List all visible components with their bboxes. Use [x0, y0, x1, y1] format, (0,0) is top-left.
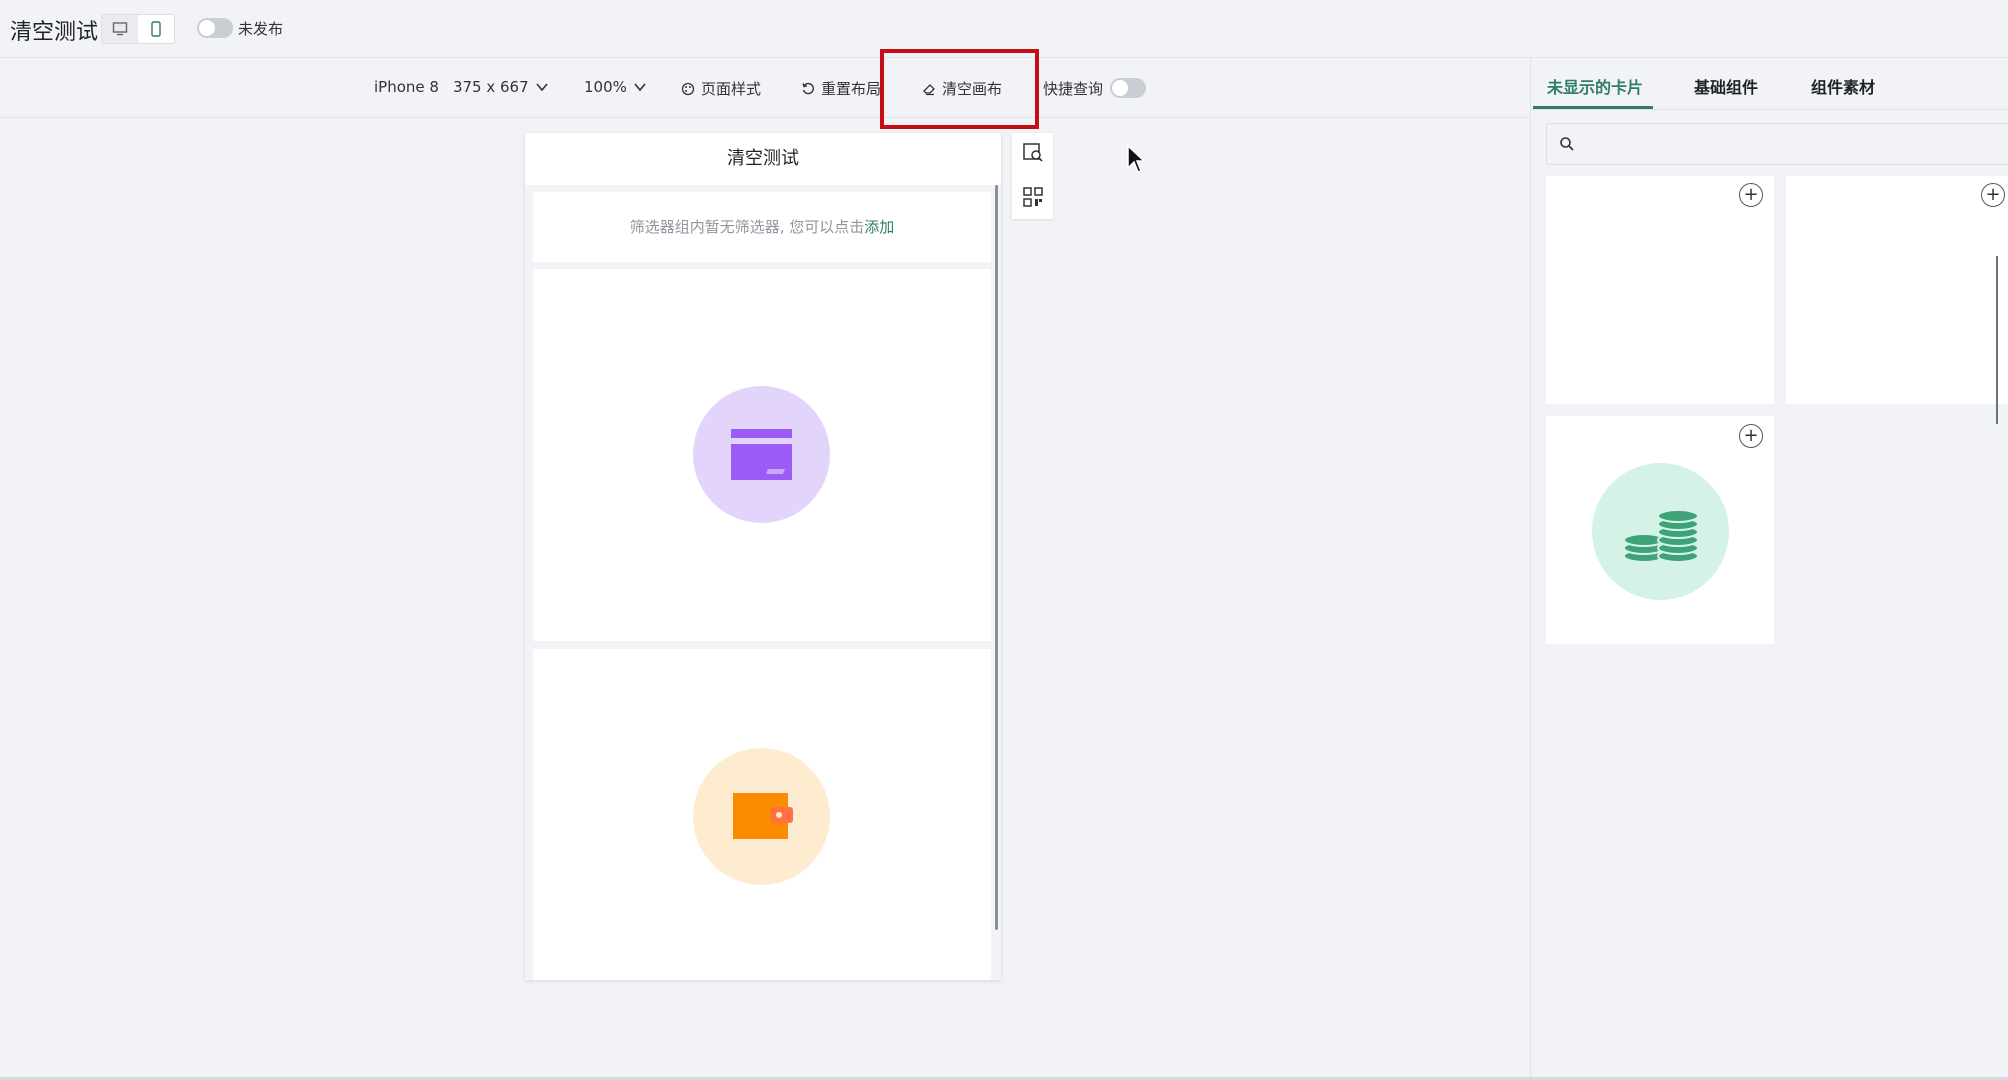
- component-panel: 未显示的卡片 基础组件 组件素材 + + +: [1530, 58, 2008, 1080]
- quick-query-toggle[interactable]: [1110, 78, 1146, 98]
- add-card-button[interactable]: +: [1739, 424, 1763, 448]
- panel-scrollbar[interactable]: [1996, 256, 1998, 424]
- filter-group-card[interactable]: 筛选器组内暂无筛选器, 您可以点击添加: [533, 192, 991, 262]
- active-tab-indicator: [1533, 106, 1653, 109]
- canvas-card[interactable]: [533, 649, 991, 980]
- filter-empty-message: 筛选器组内暂无筛选器, 您可以点击: [629, 218, 865, 236]
- reset-layout-label: 重置布局: [821, 80, 881, 98]
- wallet-icon: [733, 793, 793, 839]
- add-card-button[interactable]: +: [1981, 183, 2005, 207]
- undo-icon: [802, 82, 814, 94]
- mobile-icon: [151, 21, 161, 37]
- reset-layout-button[interactable]: 重置布局: [801, 78, 881, 99]
- card-icon-circle: [693, 748, 830, 885]
- phone-scrollbar[interactable]: [995, 185, 998, 930]
- highlight-annotation-box: [880, 49, 1039, 129]
- zoom-value: 100%: [584, 78, 627, 96]
- coins-icon: [1623, 509, 1699, 563]
- publish-toggle[interactable]: [197, 18, 233, 38]
- page-style-label: 页面样式: [701, 80, 762, 98]
- tab-hidden-cards[interactable]: 未显示的卡片: [1547, 74, 1643, 98]
- page-style-button[interactable]: 页面样式: [681, 78, 761, 99]
- canvas-toolbar: iPhone 8 375 x 667 100% 页面样式 重置布局 清空画布 快…: [0, 58, 1530, 118]
- filter-add-link[interactable]: 添加: [864, 218, 894, 236]
- qr-code-button[interactable]: [1022, 186, 1044, 208]
- publish-status-label: 未发布: [238, 20, 284, 38]
- desktop-mode-button[interactable]: [102, 15, 138, 43]
- mouse-cursor-icon: [1127, 144, 1146, 173]
- mobile-mode-button[interactable]: [138, 15, 174, 43]
- device-select[interactable]: iPhone 8 375 x 667: [374, 78, 549, 96]
- preview-icon: [1023, 143, 1043, 162]
- panel-tabs: 未显示的卡片 基础组件 组件素材: [1531, 58, 2008, 110]
- device-name: iPhone 8: [374, 78, 439, 96]
- canvas-card[interactable]: [533, 269, 991, 641]
- page-title: 清空测试: [10, 20, 99, 45]
- add-card-button[interactable]: +: [1739, 183, 1763, 207]
- phone-page-title: 清空测试: [525, 133, 1001, 185]
- component-card[interactable]: +: [1546, 416, 1774, 644]
- zoom-select[interactable]: 100%: [584, 78, 647, 96]
- chevron-down-icon: [634, 83, 646, 92]
- desktop-icon: [112, 22, 128, 36]
- component-card[interactable]: +: [1546, 176, 1774, 404]
- preview-button[interactable]: [1022, 141, 1044, 163]
- device-size: 375 x 667: [452, 78, 529, 96]
- search-icon: [1560, 137, 1574, 151]
- device-mode-switch[interactable]: [101, 14, 175, 44]
- phone-canvas[interactable]: 清空测试 筛选器组内暂无筛选器, 您可以点击添加: [525, 133, 1001, 980]
- component-search-input[interactable]: [1546, 123, 2008, 165]
- card-icon-circle: [1592, 463, 1729, 600]
- tab-basic-components[interactable]: 基础组件: [1694, 74, 1758, 98]
- palette-icon: [681, 82, 695, 95]
- tab-component-materials[interactable]: 组件素材: [1811, 74, 1875, 98]
- card-icon-circle: [693, 386, 830, 523]
- canvas-side-tools: [1012, 133, 1053, 219]
- chevron-down-icon: [536, 83, 548, 92]
- credit-card-icon: [731, 429, 792, 480]
- component-card[interactable]: +: [1786, 176, 2008, 404]
- quick-query-label: 快捷查询: [1043, 80, 1104, 98]
- qr-code-icon: [1023, 187, 1043, 207]
